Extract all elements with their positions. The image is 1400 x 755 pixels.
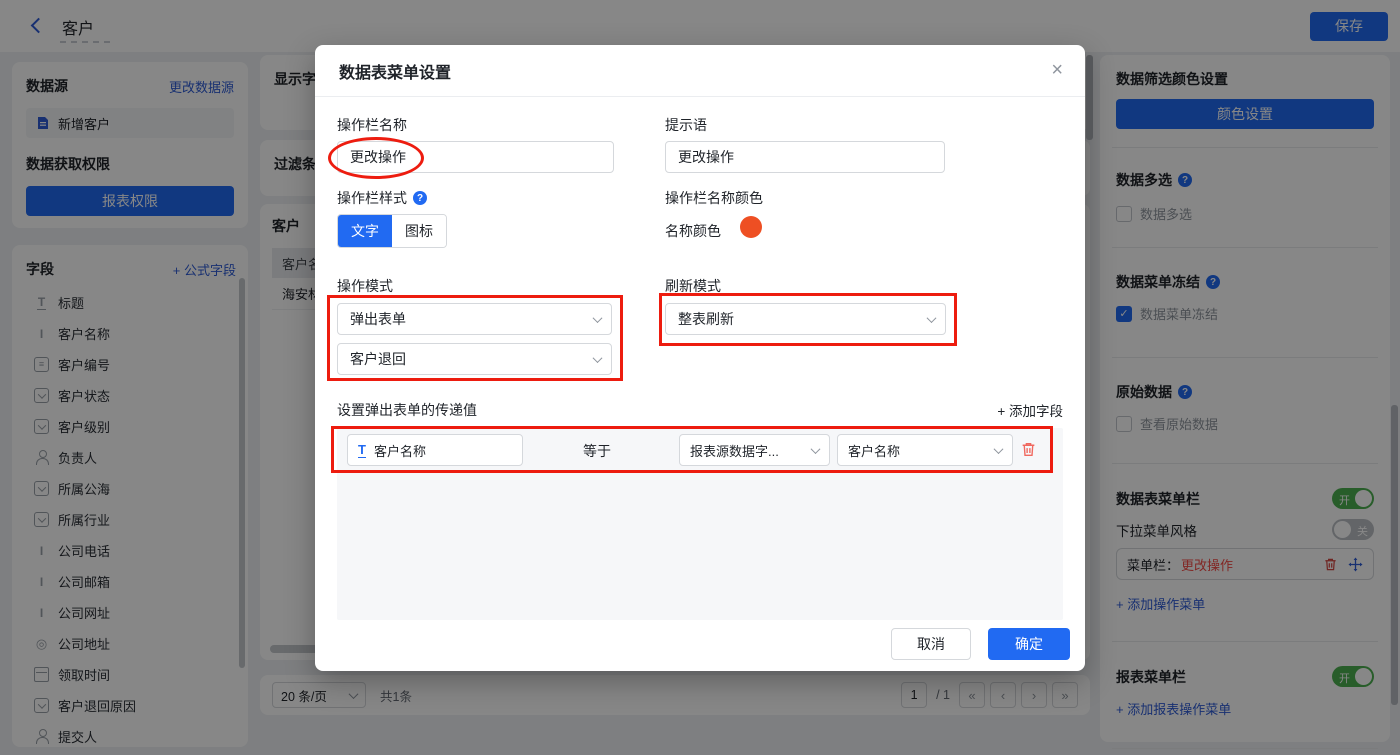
action-mode-label: 操作模式 bbox=[337, 278, 393, 294]
tooltip-value: 更改操作 bbox=[678, 149, 734, 165]
style-tab-group: 文字 图标 bbox=[337, 214, 447, 248]
target-field-value: 客户名称 bbox=[848, 443, 901, 459]
tooltip-input[interactable]: 更改操作 bbox=[665, 141, 945, 173]
action-mode-value: 弹出表单 bbox=[350, 311, 406, 327]
refresh-mode-value: 整表刷新 bbox=[678, 311, 734, 327]
chevron-down-icon bbox=[993, 443, 1004, 454]
trash-icon[interactable] bbox=[1020, 441, 1037, 458]
tab-icon-style[interactable]: 图标 bbox=[392, 215, 446, 247]
passed-field-input[interactable]: T 客户名称 bbox=[347, 434, 523, 466]
target-field-select[interactable]: 客户名称 bbox=[837, 434, 1013, 466]
tab-text-style[interactable]: 文字 bbox=[338, 215, 392, 247]
passed-values-panel: T 客户名称 等于 报表源数据字... 客户名称 bbox=[337, 428, 1063, 620]
action-bar-style-label-row: 操作栏样式 ? bbox=[337, 188, 427, 208]
tooltip-label: 提示语 bbox=[665, 117, 707, 133]
add-field-link[interactable]: + 添加字段 bbox=[997, 400, 1063, 420]
name-color-label: 名称颜色 bbox=[665, 223, 721, 239]
page-scrollbar[interactable] bbox=[1391, 405, 1398, 705]
name-color-swatch[interactable] bbox=[740, 216, 762, 238]
chevron-down-icon bbox=[592, 312, 603, 323]
overlay-scrollbar[interactable] bbox=[1086, 55, 1093, 140]
table-menu-settings-dialog: 数据表菜单设置 × 操作栏名称 更改操作 提示语 更改操作 操作栏样式 ? 文字… bbox=[315, 45, 1085, 671]
chevron-down-icon bbox=[926, 312, 937, 323]
help-icon[interactable]: ? bbox=[413, 191, 427, 205]
cancel-button[interactable]: 取消 bbox=[891, 628, 971, 660]
app-window: 客户 保存 数据源 更改数据源 新增客户 数据获取权限 报表权限 字段 + 公式… bbox=[0, 0, 1400, 755]
chevron-down-icon bbox=[810, 443, 821, 454]
action-bar-name-value: 更改操作 bbox=[350, 149, 406, 165]
close-icon[interactable]: × bbox=[1051, 59, 1063, 82]
action-bar-name-input[interactable]: 更改操作 bbox=[337, 141, 614, 173]
source-field-value: 报表源数据字... bbox=[690, 443, 779, 459]
refresh-mode-select[interactable]: 整表刷新 bbox=[665, 303, 946, 335]
action-bar-color-label: 操作栏名称颜色 bbox=[665, 190, 763, 206]
passed-values-label: 设置弹出表单的传递值 bbox=[337, 402, 477, 418]
chevron-down-icon bbox=[592, 352, 603, 363]
refresh-mode-label: 刷新模式 bbox=[665, 278, 721, 294]
action-bar-name-label: 操作栏名称 bbox=[337, 117, 407, 133]
source-field-select[interactable]: 报表源数据字... bbox=[679, 434, 830, 466]
dialog-header: 数据表菜单设置 × bbox=[315, 45, 1085, 97]
action-form-select[interactable]: 客户退回 bbox=[337, 343, 612, 375]
passed-field-value: 客户名称 bbox=[373, 443, 426, 459]
action-mode-select[interactable]: 弹出表单 bbox=[337, 303, 612, 335]
action-form-value: 客户退回 bbox=[350, 351, 406, 367]
operator-label: 等于 bbox=[583, 443, 611, 459]
dialog-title: 数据表菜单设置 bbox=[339, 64, 452, 82]
action-bar-style-label: 操作栏样式 bbox=[337, 190, 407, 206]
ok-button[interactable]: 确定 bbox=[988, 628, 1070, 660]
text-field-icon: T bbox=[358, 441, 366, 458]
